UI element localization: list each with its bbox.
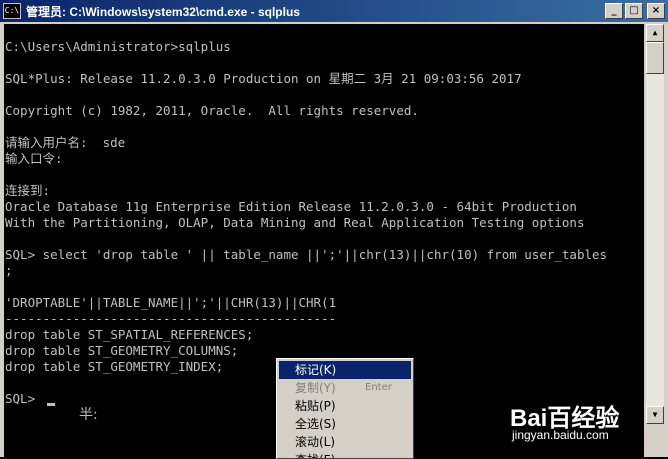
window-title: 管理员: C:\Windows\system32\cmd.exe - sqlpl… <box>26 4 300 19</box>
maximize-button[interactable]: □ <box>625 3 643 19</box>
console-line: C:\Users\Administrator>sqlplus <box>5 39 231 54</box>
console-line: Copyright (c) 1982, 2011, Oracle. All ri… <box>5 103 419 118</box>
menu-item-find[interactable]: 查找(F)... <box>279 451 411 458</box>
menu-item-label: 粘贴(P) <box>295 399 336 413</box>
baidu-watermark: Bai百经验 jingyan.baidu.com <box>508 398 668 457</box>
title-bar[interactable]: C:\ 管理员: C:\Windows\system32\cmd.exe - s… <box>0 0 668 22</box>
console-line: ----------------------------------------… <box>5 311 337 326</box>
watermark-url: jingyan.baidu.com <box>512 428 609 442</box>
menu-item-shortcut: Enter <box>365 382 392 393</box>
menu-item-label: 标记(K) <box>295 363 337 377</box>
sql-prompt: SQL> <box>5 391 43 406</box>
menu-item-copy[interactable]: 复制(Y) Enter <box>279 379 411 397</box>
menu-item-scroll[interactable]: 滚动(L) <box>279 433 411 451</box>
console-line: 连接到: <box>5 183 51 198</box>
console-line: 'DROPTABLE'||TABLE_NAME||';'||CHR(13)||C… <box>5 295 337 310</box>
close-button[interactable]: × <box>647 3 665 19</box>
console-line: drop table ST_SPATIAL_REFERENCES; <box>5 327 254 342</box>
console-line: Oracle Database 11g Enterprise Edition R… <box>5 199 577 214</box>
menu-item-label: 复制(Y) <box>295 381 336 395</box>
ime-indicator: 半: <box>79 407 98 423</box>
vertical-scrollbar[interactable]: ▲ ▼ <box>646 24 664 424</box>
menu-item-mark[interactable]: 标记(K) <box>279 361 411 379</box>
console-line: 输入口令: <box>5 151 63 166</box>
scroll-up-button[interactable]: ▲ <box>646 24 664 42</box>
text-cursor <box>47 403 55 406</box>
menu-item-label: 查找(F)... <box>295 451 347 458</box>
menu-item-label: 滚动(L) <box>295 435 336 449</box>
scroll-thumb[interactable] <box>646 42 664 74</box>
console-line: With the Partitioning, OLAP, Data Mining… <box>5 215 585 230</box>
cmd-window: C:\ 管理员: C:\Windows\system32\cmd.exe - s… <box>0 0 668 459</box>
console-line: 请输入用户名: sde <box>5 135 126 150</box>
console-line: drop table ST_GEOMETRY_INDEX; <box>5 359 224 374</box>
console-line: SQL*Plus: Release 11.2.0.3.0 Production … <box>5 71 522 86</box>
context-menu: 标记(K) 复制(Y) Enter 粘贴(P) 全选(S) 滚动(L) 查找(F… <box>276 358 414 459</box>
minimize-button[interactable]: _ <box>605 3 623 19</box>
console-line: drop table ST_GEOMETRY_COLUMNS; <box>5 343 239 358</box>
menu-item-label: 全选(S) <box>295 417 336 431</box>
menu-item-select-all[interactable]: 全选(S) <box>279 415 411 433</box>
cmd-app-icon[interactable]: C:\ <box>3 3 21 19</box>
console-line: SQL> select 'drop table ' || table_name … <box>5 247 608 262</box>
console-line: ; <box>5 263 13 278</box>
menu-item-paste[interactable]: 粘贴(P) <box>279 397 411 415</box>
